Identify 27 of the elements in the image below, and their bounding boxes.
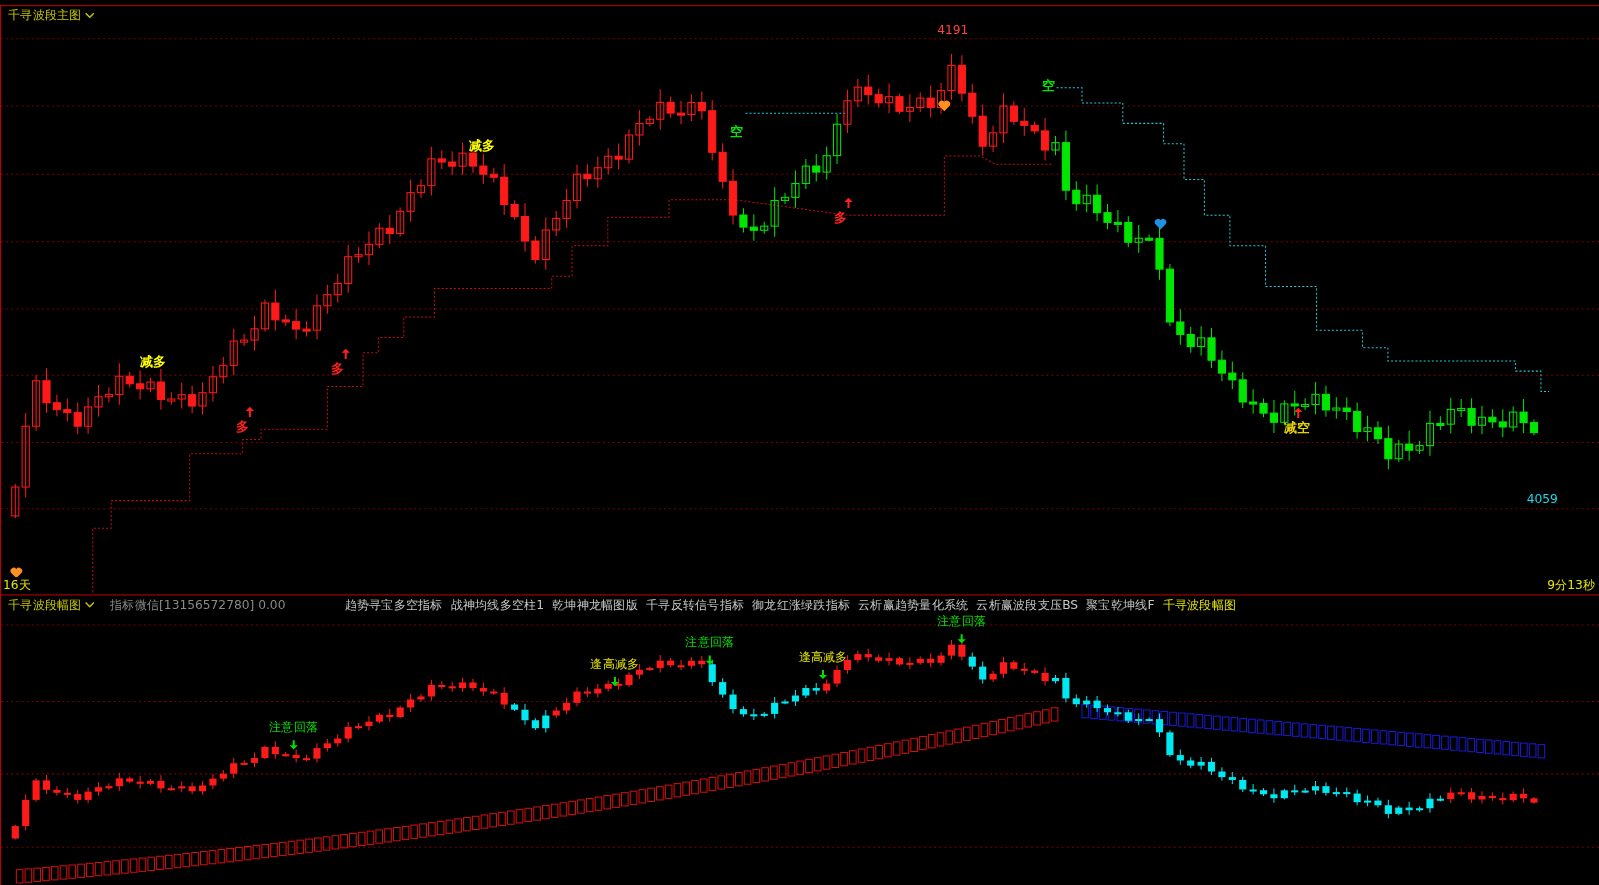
- indicator-tab[interactable]: 御龙红涨绿跌指标: [752, 595, 851, 614]
- indicator-info: 指标微信[13156572780] 0.00: [110, 596, 286, 614]
- signal-label: 注意回落: [937, 612, 987, 631]
- signal-label: 减多: [469, 136, 496, 155]
- signal-label: 注意回落: [269, 718, 319, 737]
- indicator-tab[interactable]: 聚宝乾坤线F: [1086, 595, 1155, 614]
- signal-label: 多: [235, 418, 249, 437]
- panel-title[interactable]: 千寻波段主图: [8, 6, 82, 24]
- signal-label: 逢高减多: [590, 655, 640, 673]
- signal-label: 减多: [139, 352, 167, 372]
- signal-label: 注意回落: [685, 634, 735, 652]
- low-price-label: 4059: [1526, 491, 1558, 506]
- signal-label: 空: [1042, 76, 1056, 95]
- indicator-tab[interactable]: 千寻波段幅图: [1162, 595, 1237, 614]
- panel-title[interactable]: 千寻波段幅图: [8, 595, 82, 614]
- indicator-tab[interactable]: 云析赢波段支压BS: [976, 595, 1079, 614]
- indicator-tab[interactable]: 云析赢趋势量化系统: [858, 595, 969, 614]
- indicator-tab[interactable]: 趋势寻宝多空指标: [344, 595, 443, 614]
- indicator-tab[interactable]: 战神均线多空柱1: [450, 595, 545, 614]
- indicator-tab[interactable]: 乾坤神龙幅图版: [552, 595, 638, 614]
- signal-label: 减空: [1283, 419, 1311, 438]
- high-price-label: 4191: [937, 22, 969, 37]
- signal-label: 逢高减多: [798, 648, 848, 666]
- signal-label: 多: [331, 359, 345, 379]
- signal-label: 多: [834, 209, 848, 228]
- signal-label: 空: [730, 122, 744, 141]
- indicator-tab[interactable]: 千寻反转信号指标: [646, 595, 744, 614]
